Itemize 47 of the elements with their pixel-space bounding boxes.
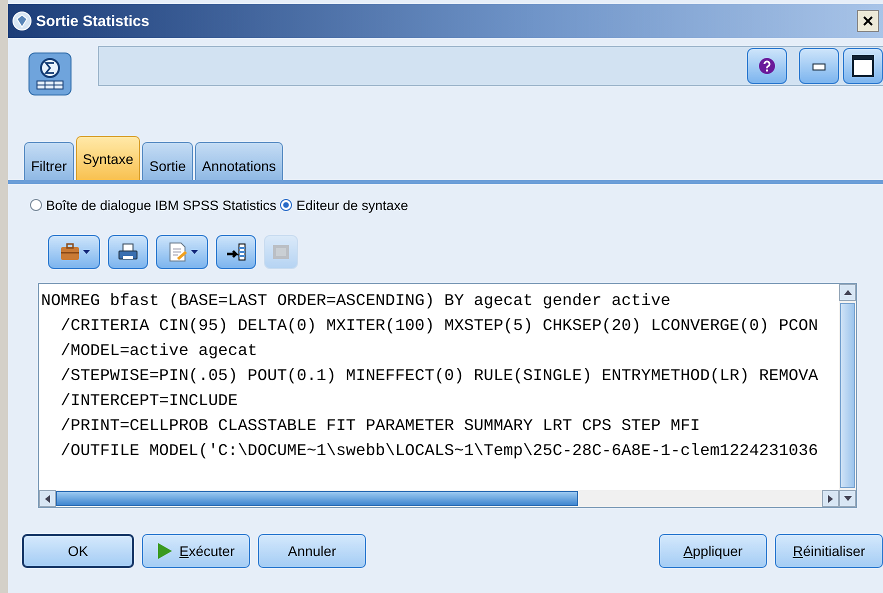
tab[interactable]: Sortie (142, 142, 193, 180)
up-arrow-icon (844, 290, 852, 295)
printer-icon (117, 242, 139, 262)
edit-button[interactable] (156, 235, 208, 269)
briefcase-icon (58, 242, 80, 262)
maximize-icon (852, 55, 874, 77)
briefcase-button[interactable] (48, 235, 100, 269)
play-icon (157, 542, 174, 560)
radio-option[interactable]: Boîte de dialogue IBM SPSS Statistics (30, 198, 276, 212)
arrow-list-icon (225, 242, 247, 262)
minimize-button[interactable] (799, 48, 839, 84)
code-line: /MODEL=active agecat (60, 340, 258, 362)
caret-icon (190, 250, 198, 254)
caret-icon (82, 250, 90, 254)
help-button[interactable] (747, 48, 787, 84)
radio-option[interactable]: Editeur de syntaxe (280, 198, 408, 212)
down-arrow-icon (844, 496, 852, 501)
code-line: /CRITERIA CIN(95) DELTA(0) MXITER(100) MXSTEP(5) CHKSEP(20) LCONVERGE(0) PCON (60, 315, 820, 337)
code-line: /OUTFILE MODEL('C:\DOCUME~1\swebb\LOCALS~1\Temp\25C-28C-6A8E-1-clem1224231036 (60, 440, 820, 462)
document-pencil-icon (166, 242, 188, 262)
tab[interactable]: Annotations (194, 142, 283, 180)
vertical-scrollbar[interactable] (839, 284, 856, 507)
panel-icon (270, 242, 292, 262)
horizontal-scrollbar[interactable] (39, 490, 839, 507)
close-icon (863, 16, 873, 26)
insert-button[interactable] (216, 235, 256, 269)
code-line: /STEPWISE=PIN(.05) POUT(0.1) MINEFFECT(0) RULE(SINGLE) ENTRYMETHOD(LR) REMOVA (60, 365, 820, 387)
run-button[interactable]: Exécuter (142, 534, 250, 568)
dialog-button[interactable]: Appliquer (659, 534, 767, 568)
minimize-icon (812, 61, 826, 71)
tab[interactable]: Syntaxe (76, 136, 140, 180)
window-title: Sortie Statistics (36, 12, 150, 30)
print-button[interactable] (108, 235, 148, 269)
code-line: NOMREG bfast (BASE=LAST ORDER=ASCENDING) BY agecat gender active (41, 290, 672, 312)
maximize-button[interactable] (843, 48, 883, 84)
syntax-editor[interactable] (38, 283, 857, 508)
tab[interactable]: Filtrer (24, 142, 74, 180)
code-line: /PRINT=CELLPROB CLASSTABLE FIT PARAMETER SUMMARY LRT CPS STEP MFI (60, 415, 702, 437)
dialog-button[interactable]: OK (22, 534, 134, 568)
code-line: /INTERCEPT=INCLUDE (60, 390, 239, 412)
close-button[interactable] (857, 10, 879, 32)
dialog-button[interactable]: Réinitialiser (775, 534, 883, 568)
sigma-table-icon (28, 52, 72, 96)
help-icon (758, 57, 776, 75)
right-arrow-icon (828, 494, 833, 502)
dialog-button[interactable]: Annuler (258, 534, 366, 568)
left-arrow-icon (45, 494, 50, 502)
